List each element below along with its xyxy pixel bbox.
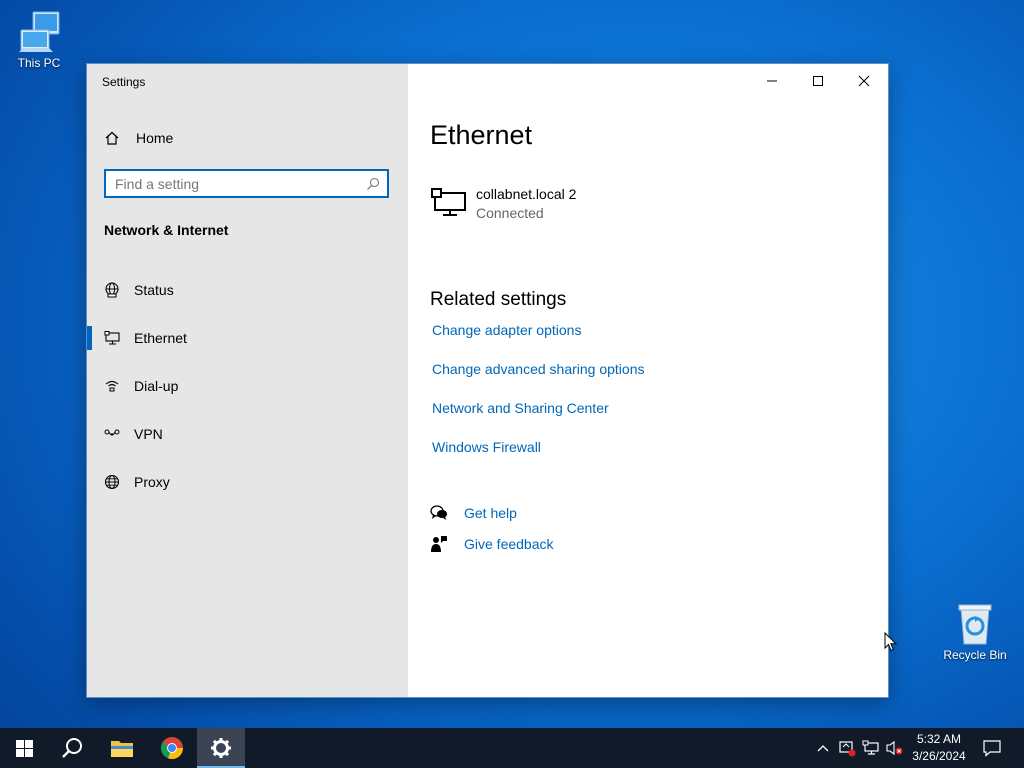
start-icon <box>15 739 33 757</box>
settings-gear-icon <box>211 738 231 758</box>
get-help-link[interactable]: Get help <box>430 504 517 522</box>
close-icon <box>858 75 870 87</box>
window-title: Settings <box>102 75 146 89</box>
file-explorer-button[interactable] <box>98 728 146 768</box>
taskbar-search-button[interactable] <box>48 728 96 768</box>
settings-window: Settings Home Network & Internet Status <box>87 64 888 697</box>
notification-icon <box>983 740 1001 757</box>
connection-status: Connected <box>476 205 544 221</box>
network-monitor-icon[interactable] <box>431 187 467 222</box>
minimize-icon <box>767 80 777 82</box>
sidebar-item-vpn[interactable]: VPN <box>87 414 408 454</box>
give-feedback-label: Give feedback <box>464 536 554 552</box>
sidebar-item-dial-up[interactable]: Dial-up <box>87 366 408 406</box>
taskbar-clock[interactable]: 5:32 AM 3/26/2024 <box>904 731 974 765</box>
windows-firewall-link[interactable]: Windows Firewall <box>432 439 541 455</box>
change-advanced-sharing-link[interactable]: Change advanced sharing options <box>432 361 645 377</box>
sidebar-item-label: Dial-up <box>134 378 179 394</box>
search-box[interactable] <box>104 169 389 198</box>
taskbar: 5:32 AM 3/26/2024 <box>0 728 1024 768</box>
computer-icon <box>19 11 60 52</box>
feedback-icon <box>430 535 450 553</box>
sidebar-item-label: Proxy <box>134 474 170 490</box>
search-icon[interactable] <box>366 177 380 196</box>
sidebar-item-label: Ethernet <box>134 330 187 346</box>
clock-date: 3/26/2024 <box>912 749 966 763</box>
settings-content: Ethernet collabnet.local 2 Connected Rel… <box>408 64 888 697</box>
related-settings-title: Related settings <box>430 289 567 310</box>
recycle-bin-icon <box>958 604 992 645</box>
search-icon <box>62 738 82 758</box>
desktop-icon-this-pc[interactable]: This PC <box>4 10 74 70</box>
close-button[interactable] <box>841 64 887 98</box>
change-adapter-options-link[interactable]: Change adapter options <box>432 322 581 338</box>
security-alert-icon <box>839 741 856 757</box>
tray-security-icon-button[interactable] <box>836 728 858 768</box>
start-button[interactable] <box>0 728 48 768</box>
settings-sidebar: Settings Home Network & Internet Status <box>87 64 408 697</box>
sidebar-item-home[interactable]: Home <box>104 126 173 150</box>
network-icon <box>862 740 879 755</box>
desktop-icon-label: Recycle Bin <box>943 648 1007 662</box>
clock-time: 5:32 AM <box>916 732 962 746</box>
show-hidden-icons-button[interactable] <box>814 728 832 768</box>
mouse-cursor-icon <box>884 632 897 652</box>
file-explorer-icon <box>111 741 133 757</box>
give-feedback-link[interactable]: Give feedback <box>430 535 554 553</box>
home-icon <box>104 130 126 146</box>
section-title: Network & Internet <box>104 222 229 238</box>
maximize-icon <box>813 76 823 86</box>
maximize-button[interactable] <box>795 64 841 98</box>
sidebar-item-ethernet[interactable]: Ethernet <box>87 318 408 358</box>
connection-name[interactable]: collabnet.local 2 <box>476 186 576 202</box>
desktop-icon-label: This PC <box>17 56 61 70</box>
settings-taskbar-button[interactable] <box>197 728 245 768</box>
get-help-icon <box>430 504 450 522</box>
tray-volume-button[interactable] <box>883 728 905 768</box>
dialup-icon <box>104 378 120 394</box>
sidebar-item-proxy[interactable]: Proxy <box>87 462 408 502</box>
action-center-button[interactable] <box>978 728 1006 768</box>
network-sharing-center-link[interactable]: Network and Sharing Center <box>432 400 609 416</box>
sidebar-item-label: Status <box>134 282 174 298</box>
chrome-icon <box>160 737 184 760</box>
page-title: Ethernet <box>430 120 533 150</box>
desktop-icon-recycle-bin[interactable]: Recycle Bin <box>940 602 1010 662</box>
sidebar-item-label: VPN <box>134 426 163 442</box>
chevron-up-icon <box>817 745 829 752</box>
vpn-icon <box>104 426 120 442</box>
minimize-button[interactable] <box>749 64 795 98</box>
get-help-label: Get help <box>464 505 517 521</box>
chrome-button[interactable] <box>148 728 196 768</box>
ethernet-icon <box>104 330 120 346</box>
search-input[interactable] <box>115 175 365 192</box>
status-globe-icon <box>104 282 120 298</box>
tray-network-button[interactable] <box>860 728 882 768</box>
sidebar-item-label: Home <box>136 130 174 146</box>
sidebar-item-status[interactable]: Status <box>87 270 408 310</box>
volume-muted-icon <box>886 740 903 756</box>
globe-icon <box>104 474 120 490</box>
